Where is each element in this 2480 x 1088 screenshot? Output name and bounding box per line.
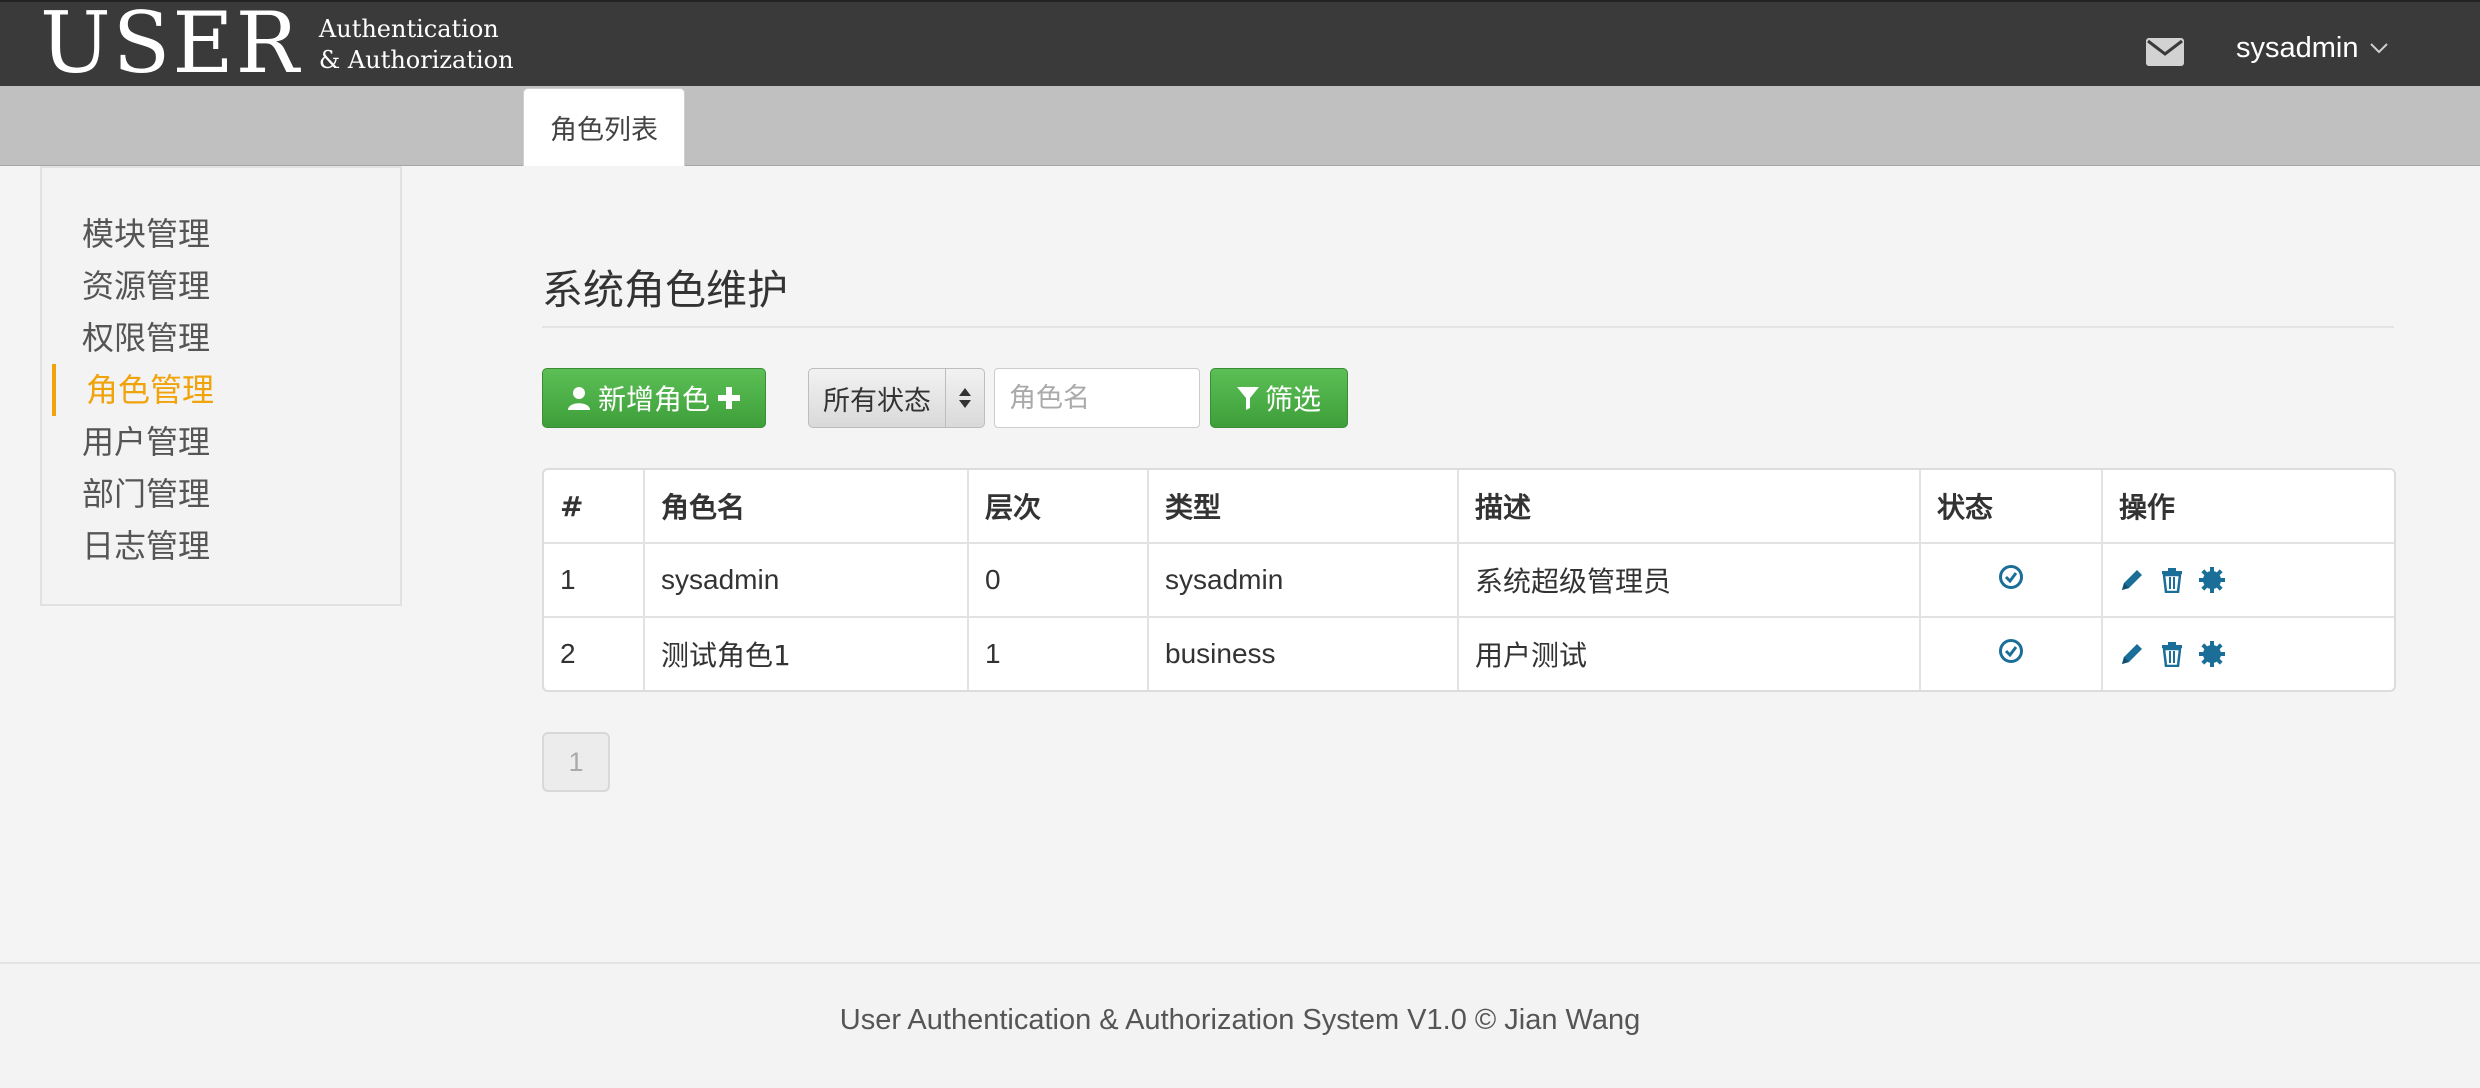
- status-select-value: 所有状态: [823, 385, 931, 417]
- tab-label: 角色列表: [550, 115, 658, 146]
- cell-type: business: [1148, 617, 1459, 690]
- sidebar: 模块管理 资源管理 权限管理 角色管理 用户管理 部门管理 日志管理: [40, 166, 402, 606]
- top-navbar: USER Authentication & Authorization sysa…: [0, 0, 2480, 86]
- cell-id: 1: [544, 543, 645, 618]
- sidebar-item-user-management[interactable]: 用户管理: [82, 416, 210, 468]
- brand-subtitle: Authentication & Authorization: [319, 14, 514, 76]
- column-header: 描述: [1458, 470, 1921, 544]
- user-menu[interactable]: sysadmin: [2236, 28, 2389, 68]
- roles-table: # 角色名 层次 类型 描述 状态 操作 1 sysadmin 0 sysadm…: [542, 468, 2396, 692]
- status-select[interactable]: 所有状态: [808, 368, 985, 428]
- title-divider: [542, 326, 2394, 328]
- filter-button[interactable]: 筛选: [1210, 368, 1348, 428]
- sidebar-item-role-management[interactable]: 角色管理: [86, 364, 214, 416]
- sidebar-item-permission-management[interactable]: 权限管理: [82, 312, 210, 364]
- cell-description: 用户测试: [1458, 617, 1921, 690]
- plus-icon: [718, 387, 740, 409]
- cell-status: [1920, 617, 2103, 690]
- column-header: #: [544, 470, 645, 544]
- filter-icon: [1236, 387, 1259, 410]
- sidebar-item-resource-management[interactable]: 资源管理: [82, 260, 210, 312]
- cell-role-name: sysadmin: [644, 543, 969, 618]
- sidebar-item-module-management[interactable]: 模块管理: [82, 208, 210, 260]
- cell-id: 2: [544, 617, 645, 690]
- role-name-search-input[interactable]: [994, 368, 1200, 428]
- cell-level: 1: [968, 617, 1149, 690]
- pencil-icon[interactable]: [2119, 567, 2145, 593]
- check-circle-icon[interactable]: [1998, 564, 2024, 590]
- trash-icon[interactable]: [2159, 567, 2185, 593]
- cell-status: [1920, 543, 2103, 618]
- gear-icon[interactable]: [2199, 641, 2225, 667]
- cell-role-name: 测试角色1: [644, 617, 969, 690]
- gear-icon[interactable]: [2199, 567, 2225, 593]
- add-role-label: 新增角色: [597, 383, 710, 416]
- select-arrows-icon: [945, 369, 984, 427]
- footer-copyright: User Authentication & Authorization Syst…: [839, 1004, 1641, 1036]
- cell-level: 0: [968, 543, 1149, 618]
- chevron-down-icon: [2369, 43, 2388, 54]
- username-label: sysadmin: [2236, 31, 2359, 64]
- page-title: 系统角色维护: [542, 266, 788, 314]
- sidebar-active-marker: [52, 364, 56, 416]
- brand-title: USER: [40, 0, 301, 92]
- envelope-icon[interactable]: [2146, 38, 2184, 66]
- filter-label: 筛选: [1264, 383, 1321, 416]
- table-row: 1 sysadmin 0 sysadmin 系统超级管理员: [544, 543, 2394, 618]
- tab-role-list[interactable]: 角色列表: [523, 88, 685, 166]
- table-row: 2 测试角色1 1 business 用户测试: [544, 617, 2394, 690]
- column-header: 状态: [1920, 470, 2103, 544]
- user-icon: [567, 387, 590, 410]
- trash-icon[interactable]: [2159, 641, 2185, 667]
- sidebar-item-department-management[interactable]: 部门管理: [82, 468, 210, 520]
- column-header: 层次: [968, 470, 1149, 544]
- brand-subtitle-line2: & Authorization: [318, 46, 514, 74]
- tab-bar: [0, 86, 2480, 166]
- sidebar-item-log-management[interactable]: 日志管理: [82, 520, 210, 572]
- add-role-button[interactable]: 新增角色: [542, 368, 766, 428]
- cell-description: 系统超级管理员: [1458, 543, 1921, 618]
- footer: User Authentication & Authorization Syst…: [0, 962, 2480, 1088]
- column-header: 类型: [1148, 470, 1459, 544]
- pencil-icon[interactable]: [2119, 641, 2145, 667]
- check-circle-icon[interactable]: [1998, 638, 2024, 664]
- brand-subtitle-line1: Authentication: [318, 15, 499, 43]
- cell-type: sysadmin: [1148, 543, 1459, 618]
- brand-logo[interactable]: USER Authentication & Authorization: [40, 0, 514, 92]
- pagination-page-1[interactable]: 1: [542, 732, 610, 792]
- column-header: 角色名: [644, 470, 969, 544]
- cell-actions: [2102, 617, 2394, 690]
- cell-actions: [2102, 543, 2394, 618]
- column-header: 操作: [2102, 470, 2394, 544]
- table-header-row: # 角色名 层次 类型 描述 状态 操作: [544, 470, 2394, 544]
